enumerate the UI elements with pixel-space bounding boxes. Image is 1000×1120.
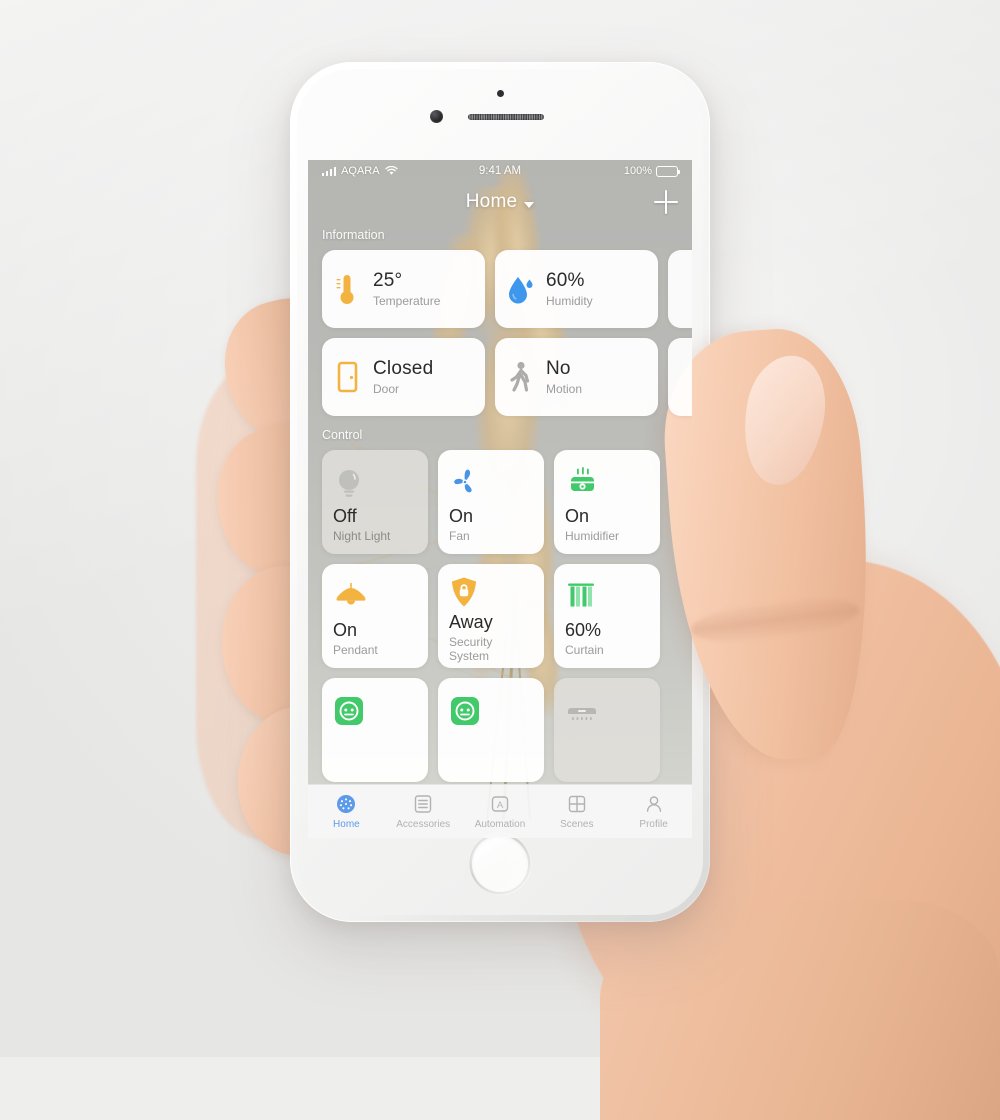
control-value: 60% (565, 620, 602, 640)
tab-automation[interactable]: A Automation (462, 793, 539, 830)
control-card-security-system[interactable]: Away Security System (438, 564, 544, 668)
control-label: Fan (449, 529, 470, 543)
home-title[interactable]: Home (466, 191, 517, 213)
grid-four-icon (566, 793, 588, 815)
info-label: Motion (546, 382, 583, 396)
info-value: No (546, 358, 571, 379)
power-outlet-icon (333, 690, 417, 732)
bottom-tab-bar: Home Accessories A Automation Scenes Pro… (308, 784, 692, 838)
list-lines-icon (412, 793, 434, 815)
control-label: Security System (449, 635, 493, 663)
control-card-pendant[interactable]: On Pendant (322, 564, 428, 668)
home-button[interactable] (469, 833, 531, 895)
humidifier-icon (565, 462, 649, 504)
info-card-temperature[interactable]: 25° Temperature (322, 250, 485, 328)
tab-scenes[interactable]: Scenes (538, 793, 615, 830)
control-value: Away (449, 612, 493, 632)
phone-screen: AQARA 9:41 AM 100% Home Information 25° … (308, 160, 692, 838)
control-label: Pendant (333, 643, 378, 657)
control-card-gateway[interactable] (554, 678, 660, 782)
light-bulb-icon (333, 462, 417, 504)
info-card-door[interactable]: Closed Door (322, 338, 485, 416)
info-label: Door (373, 382, 400, 396)
thermometer-icon (336, 275, 354, 304)
tab-label: Profile (639, 819, 668, 830)
control-card-outlet-2[interactable] (438, 678, 544, 782)
info-value: Closed (373, 358, 434, 379)
add-device-button[interactable] (654, 190, 678, 214)
control-label: Curtain (565, 643, 604, 657)
info-card-humidity[interactable]: 60% Humidity (495, 250, 658, 328)
control-card-fan[interactable]: On Fan (438, 450, 544, 554)
info-card-peek[interactable] (668, 338, 692, 416)
proximity-sensor-icon (496, 90, 504, 97)
battery-full-icon (656, 165, 681, 177)
tab-label: Scenes (560, 819, 594, 830)
chevron-down-icon[interactable] (524, 201, 535, 208)
info-label: Temperature (373, 294, 441, 308)
tab-home[interactable]: Home (308, 793, 385, 830)
control-label: Night Light (333, 529, 391, 543)
control-value: On (565, 506, 590, 526)
control-value: On (449, 506, 474, 526)
tab-accessories[interactable]: Accessories (385, 793, 462, 830)
svg-text:A: A (497, 800, 504, 811)
motion-walking-icon (510, 361, 530, 392)
app-content: Information 25° Temperature 60% Humidity… (308, 222, 692, 838)
tab-label: Accessories (396, 819, 451, 830)
tab-label: Automation (474, 819, 526, 830)
section-label-information: Information (322, 228, 385, 242)
front-camera-icon (430, 110, 443, 123)
information-row-1: 25° Temperature 60% Humidity (308, 250, 692, 328)
letter-a-box-icon: A (489, 793, 511, 815)
info-label: Humidity (546, 294, 593, 308)
phone-device: AQARA 9:41 AM 100% Home Information 25° … (290, 62, 710, 922)
information-row-2: Closed Door No Motion (308, 338, 692, 416)
info-card-peek[interactable] (668, 250, 692, 328)
door-icon (337, 361, 358, 393)
status-bar-right: 100% (623, 165, 681, 177)
control-row-2: On Pendant Away Security System 60% Curt… (308, 564, 692, 668)
control-value: Off (333, 506, 357, 526)
info-value: 25° (373, 270, 403, 291)
status-bar: AQARA 9:41 AM 100% (308, 160, 692, 182)
control-card-humidifier[interactable]: On Humidifier (554, 450, 660, 554)
tab-profile[interactable]: Profile (615, 793, 692, 830)
home-dots-icon (335, 793, 357, 815)
wrist (600, 900, 1000, 1120)
pendant-lamp-icon (333, 576, 417, 618)
control-card-outlet-1[interactable] (322, 678, 428, 782)
control-label: Humidifier (565, 529, 620, 543)
shield-lock-icon (449, 576, 533, 610)
power-outlet-icon (449, 690, 533, 732)
control-card-curtain[interactable]: 60% Curtain (554, 564, 660, 668)
gateway-hub-icon (565, 690, 649, 732)
curtain-icon (565, 576, 649, 618)
control-value: On (333, 620, 358, 640)
person-icon (643, 793, 665, 815)
tab-label: Home (333, 819, 360, 830)
info-value: 60% (546, 270, 585, 291)
section-label-control: Control (322, 428, 363, 442)
earpiece-speaker-icon (468, 114, 544, 120)
fan-icon (449, 462, 533, 504)
app-nav-bar: Home (308, 182, 692, 222)
control-row-1: Off Night Light On Fan On Humidifier (308, 450, 692, 554)
control-card-night-light[interactable]: Off Night Light (322, 450, 428, 554)
info-card-motion[interactable]: No Motion (495, 338, 658, 416)
water-drop-icon (509, 277, 533, 304)
battery-percent-label: 100% (623, 165, 652, 177)
control-row-3 (308, 678, 692, 782)
